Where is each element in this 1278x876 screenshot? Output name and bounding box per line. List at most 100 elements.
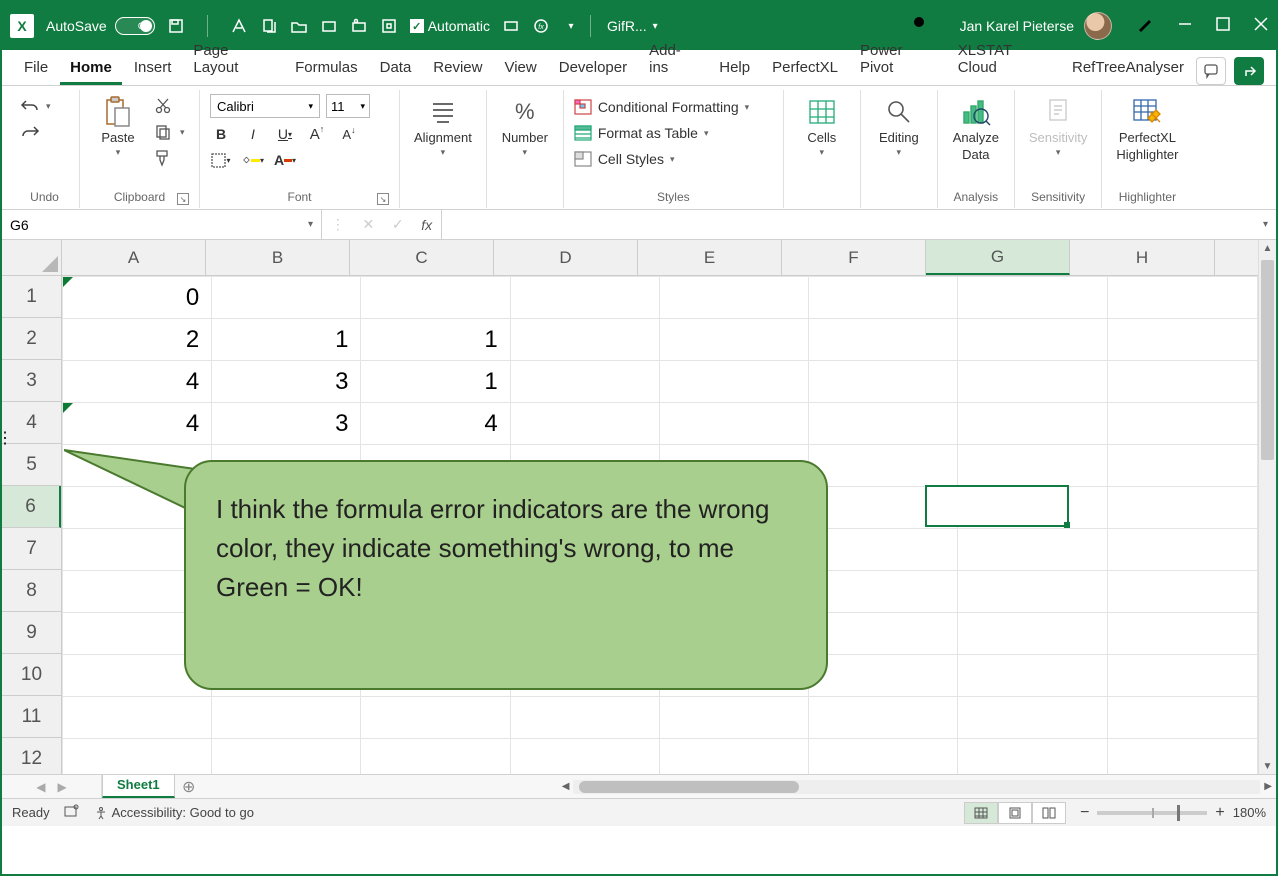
column-header[interactable]: H xyxy=(1070,240,1215,275)
new-sheet-button[interactable]: ⊕ xyxy=(175,775,203,798)
cell-G2[interactable] xyxy=(958,319,1107,361)
cell-H4[interactable] xyxy=(1107,403,1257,445)
row-header[interactable]: 8 xyxy=(2,570,61,612)
cell-H11[interactable] xyxy=(1107,697,1257,739)
cell-C2[interactable]: 1 xyxy=(361,319,510,361)
tab-insert[interactable]: Insert xyxy=(124,51,182,85)
cell-H7[interactable] xyxy=(1107,529,1257,571)
row-header[interactable]: 2 xyxy=(2,318,61,360)
format-painter-icon[interactable] xyxy=(152,148,174,168)
cut-icon[interactable] xyxy=(152,96,174,116)
horizontal-scrollbar[interactable]: ⋮ ◀ ▶ xyxy=(558,775,1276,798)
cell-F10[interactable] xyxy=(809,655,958,697)
cell-B3[interactable]: 3 xyxy=(212,361,361,403)
cell-H2[interactable] xyxy=(1107,319,1257,361)
maximize-button[interactable] xyxy=(1216,17,1230,36)
tab-developer[interactable]: Developer xyxy=(549,51,637,85)
cell-H10[interactable] xyxy=(1107,655,1257,697)
share-button[interactable] xyxy=(1234,57,1264,85)
autosave-toggle[interactable]: Off xyxy=(115,17,155,35)
cell-F4[interactable] xyxy=(809,403,958,445)
close-button[interactable] xyxy=(1254,17,1268,36)
cell-A1[interactable]: 0 xyxy=(63,277,212,319)
avatar[interactable] xyxy=(1084,12,1112,40)
cell-F1[interactable] xyxy=(809,277,958,319)
formula-input[interactable]: ▾ xyxy=(442,210,1276,239)
qat-icon-2[interactable] xyxy=(260,17,278,35)
cell-C11[interactable] xyxy=(361,697,510,739)
cell-G9[interactable] xyxy=(958,613,1107,655)
cell-D3[interactable] xyxy=(510,361,659,403)
cell-F6[interactable] xyxy=(809,487,958,529)
italic-button[interactable]: I xyxy=(242,124,264,144)
zoom-out-button[interactable]: − xyxy=(1080,804,1089,822)
bold-button[interactable]: B xyxy=(210,124,232,144)
cell-G11[interactable] xyxy=(958,697,1107,739)
cell-C3[interactable]: 1 xyxy=(361,361,510,403)
editing-button[interactable]: Editing▾ xyxy=(871,92,927,158)
row-header[interactable]: 1 xyxy=(2,276,61,318)
cell-B4[interactable]: 3 xyxy=(212,403,361,445)
alignment-button[interactable]: Alignment▾ xyxy=(410,92,476,158)
tab-power-pivot[interactable]: Power Pivot xyxy=(850,34,946,85)
perfectxl-highlighter-button[interactable]: PerfectXLHighlighter xyxy=(1112,92,1182,162)
column-header[interactable]: E xyxy=(638,240,782,275)
cell-F11[interactable] xyxy=(809,697,958,739)
zoom-slider[interactable] xyxy=(1097,811,1207,815)
tab-reftreeanalyser[interactable]: RefTreeAnalyser xyxy=(1062,51,1194,85)
cells-button[interactable]: Cells▾ xyxy=(794,92,850,158)
cell-H6[interactable] xyxy=(1107,487,1257,529)
zoom-level[interactable]: 180% xyxy=(1233,805,1266,820)
paste-button[interactable]: Paste▾ xyxy=(90,92,146,158)
row-header[interactable]: 3 xyxy=(2,360,61,402)
clipboard-launcher[interactable]: ↘ xyxy=(177,193,189,205)
cell-H1[interactable] xyxy=(1107,277,1257,319)
font-launcher[interactable]: ↘ xyxy=(377,193,389,205)
autosave[interactable]: AutoSave Off xyxy=(46,17,155,35)
tab-file[interactable]: File xyxy=(14,51,58,85)
cell-F3[interactable] xyxy=(809,361,958,403)
comments-button[interactable] xyxy=(1196,57,1226,85)
tab-home[interactable]: Home xyxy=(60,51,122,85)
cell-E12[interactable] xyxy=(659,739,808,775)
row-header[interactable]: 10 xyxy=(2,654,61,696)
cell-F9[interactable] xyxy=(809,613,958,655)
fx-icon[interactable]: fx xyxy=(421,217,432,233)
tab-page-layout[interactable]: Page Layout xyxy=(183,34,283,85)
cell-G3[interactable] xyxy=(958,361,1107,403)
tab-add-ins[interactable]: Add-ins xyxy=(639,34,707,85)
cell-E2[interactable] xyxy=(659,319,808,361)
cell-G1[interactable] xyxy=(958,277,1107,319)
cell-E3[interactable] xyxy=(659,361,808,403)
open-icon[interactable] xyxy=(290,17,308,35)
tab-data[interactable]: Data xyxy=(370,51,422,85)
cell-D12[interactable] xyxy=(510,739,659,775)
cell-A3[interactable]: 4 xyxy=(63,361,212,403)
cell-F5[interactable] xyxy=(809,445,958,487)
cell-F7[interactable] xyxy=(809,529,958,571)
cell-H5[interactable] xyxy=(1107,445,1257,487)
tab-xlstat-cloud[interactable]: XLSTAT Cloud xyxy=(948,34,1060,85)
underline-button[interactable]: U▾ xyxy=(274,124,296,144)
row-header[interactable]: 12 xyxy=(2,738,61,774)
cell-A12[interactable] xyxy=(63,739,212,775)
cell-H12[interactable] xyxy=(1107,739,1257,775)
conditional-formatting-button[interactable]: Conditional Formatting▾ xyxy=(574,96,749,118)
cell-B1[interactable] xyxy=(212,277,361,319)
select-all-corner[interactable] xyxy=(2,240,62,276)
tab-help[interactable]: Help xyxy=(709,51,760,85)
automatic-checkbox[interactable]: ✓Automatic xyxy=(410,18,490,34)
number-button[interactable]: %Number▾ xyxy=(497,92,553,158)
pen-icon[interactable] xyxy=(1136,15,1154,38)
fill-color-icon[interactable]: ▾ xyxy=(242,150,264,170)
analyze-data-button[interactable]: AnalyzeData xyxy=(948,92,1004,162)
row-header[interactable]: 5 xyxy=(2,444,61,486)
qat-icon-1[interactable] xyxy=(230,17,248,35)
column-header[interactable]: D xyxy=(494,240,638,275)
save-icon[interactable] xyxy=(167,17,185,35)
tab-formulas[interactable]: Formulas xyxy=(285,51,368,85)
cell-A4[interactable]: 4 xyxy=(63,403,212,445)
cell-F8[interactable] xyxy=(809,571,958,613)
view-page-layout-button[interactable] xyxy=(998,802,1032,824)
document-name[interactable]: GifR...▾ xyxy=(607,18,658,34)
